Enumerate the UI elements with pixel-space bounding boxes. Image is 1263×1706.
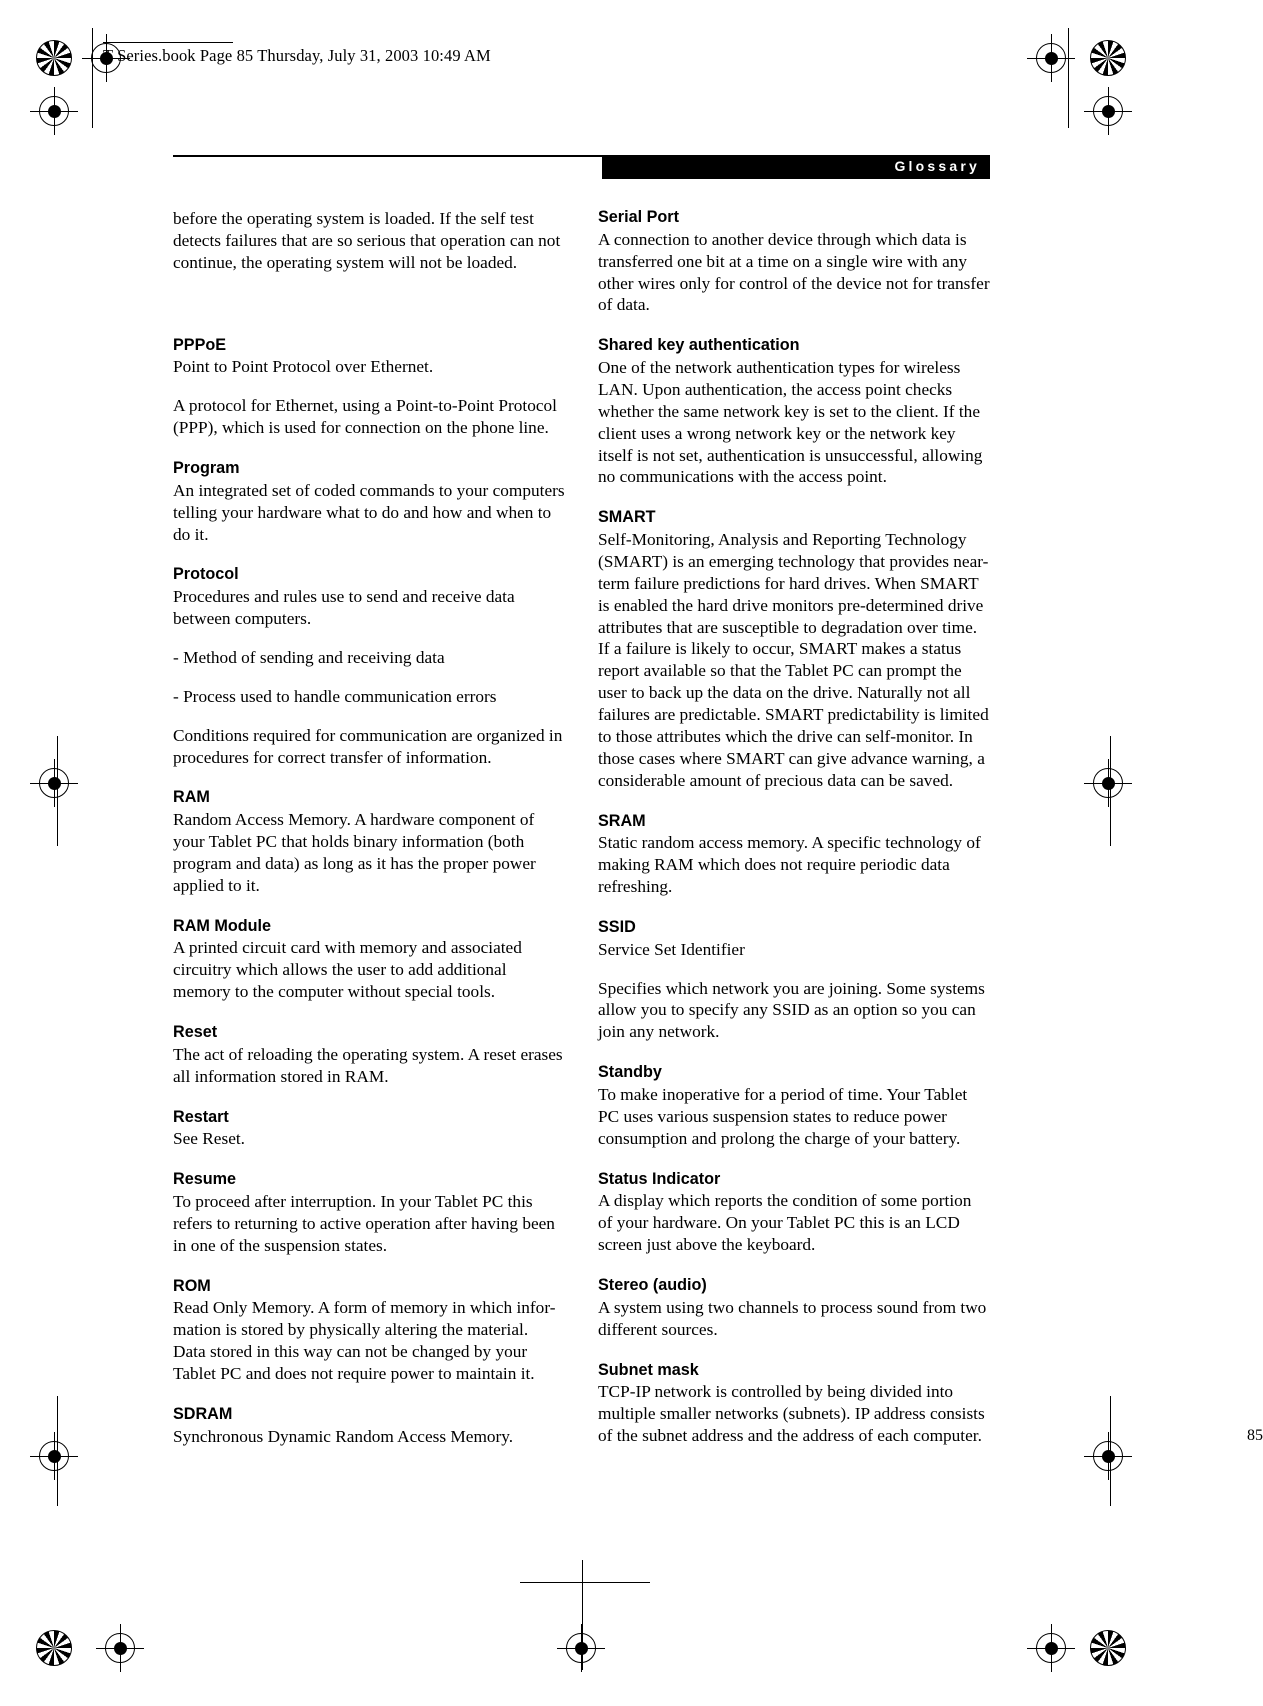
- column-spacer: [173, 294, 565, 336]
- glossary-definition: Procedures and rules use to send and rec…: [173, 587, 515, 629]
- glossary-term: Serial Port: [598, 208, 679, 226]
- continued-entry: before the operating system is loaded. I…: [173, 208, 565, 274]
- glossary-definition: A connection to another device through w…: [598, 229, 990, 315]
- registration-crosshair-right-lower: [1084, 1432, 1132, 1480]
- glossary-entry: PPPoE Point to Point Protocol over Ethern…: [173, 336, 565, 439]
- glossary-term: SDRAM: [173, 1404, 233, 1423]
- glossary-term: SSID: [598, 917, 636, 936]
- glossary-term: PPPoE: [173, 335, 227, 354]
- glossary-entry: Serial Port A connection to another devic…: [598, 208, 990, 316]
- glossary-term: Shared key authentication: [598, 336, 800, 355]
- glossary-term: SRAM: [598, 811, 646, 830]
- glossary-entry: RAM Random Access Memory. A hardware comp…: [173, 788, 565, 896]
- glossary-entry: Status Indicator A display which reports …: [598, 1170, 990, 1256]
- glossary-definition: A printed circuit card with memory and a…: [173, 938, 522, 1002]
- glossary-entry: Standby To make inoperative for a period …: [598, 1063, 990, 1149]
- glossary-definition: Self-Monitoring, Analysis and Reporting …: [598, 530, 989, 790]
- glossary-term: Standby: [598, 1063, 662, 1082]
- glossary-entry: ROM Read Only Memory. A form of memory in…: [173, 1277, 565, 1385]
- registration-crosshair-right-middle: [1084, 759, 1132, 807]
- glossary-definition: Service Set Identifier: [598, 939, 745, 959]
- glossary-entry: Reset The act of reloading the operating …: [173, 1023, 565, 1088]
- glossary-term: Resume: [173, 1170, 236, 1189]
- crop-line-bottom-center-vert: [582, 1560, 583, 1670]
- left-column: before the operating system is loaded. I…: [173, 208, 565, 1448]
- header-band: Glossary: [602, 155, 990, 179]
- glossary-definition: One of the network authentication types …: [598, 358, 983, 487]
- glossary-definition: To make inoperative for a period of time…: [598, 1084, 968, 1148]
- glossary-definition: A display which reports the condition of…: [598, 1191, 972, 1255]
- glossary-term: RAM: [173, 788, 210, 807]
- crop-line-right-mid: [1110, 736, 1111, 846]
- glossary-definition: A protocol for Ethernet, using a Point-t…: [173, 396, 557, 438]
- glossary-entry: Protocol Procedures and rules use to send…: [173, 565, 565, 768]
- registration-crosshair-bottom-left: [96, 1624, 144, 1672]
- registration-crosshair-right-upper: [1084, 87, 1132, 135]
- glossary-entry: RAM Module A printed circuit card with me…: [173, 917, 565, 1003]
- glossary-definition: Static random access memory. A specific …: [598, 833, 981, 897]
- glossary-definition: Point to Point Protocol over Ethernet.: [173, 357, 434, 377]
- registration-rosette-bottom-right: [1090, 1630, 1126, 1666]
- registration-crosshair-left-upper: [30, 87, 78, 135]
- glossary-definition: Specifies which network you are joining.…: [598, 978, 985, 1042]
- registration-rosette-bottom-left: [36, 1630, 72, 1666]
- file-stamp-rule: [103, 42, 233, 43]
- crop-line-left-top: [92, 28, 93, 128]
- glossary-definition: See Reset.: [173, 1129, 245, 1149]
- crop-line-right-bottom: [1110, 1396, 1111, 1506]
- glossary-definition: To proceed after interruption. In your T…: [173, 1192, 555, 1255]
- glossary-entry: Resume To proceed after interruption. In …: [173, 1170, 565, 1256]
- crop-line-left-bottom: [57, 1396, 58, 1506]
- glossary-term: Status Indicator: [598, 1169, 721, 1188]
- glossary-definition: An integrated set of coded commands to y…: [173, 480, 565, 544]
- glossary-term: Reset: [173, 1023, 218, 1042]
- glossary-entry: SMART Self-Monitoring, Analysis and Repor…: [598, 508, 990, 791]
- registration-crosshair-left-lower: [30, 1432, 78, 1480]
- glossary-entry: Shared key authentication One of the netw…: [598, 336, 990, 488]
- glossary-entry: Program An integrated set of coded comman…: [173, 459, 565, 545]
- registration-rosette-top-left: [36, 40, 72, 76]
- crop-line-left-mid: [57, 736, 58, 846]
- glossary-term: Protocol: [173, 565, 239, 584]
- glossary-definition: Random Access Memory. A hardware compone…: [173, 810, 536, 895]
- crop-line-bottom-center: [520, 1582, 650, 1583]
- registration-crosshair-bottom-right: [1027, 1624, 1075, 1672]
- glossary-entry: SRAM Static random access memory. A speci…: [598, 812, 990, 898]
- glossary-definition: A system using two channels to process s…: [598, 1297, 987, 1339]
- crop-line-right-top: [1068, 28, 1069, 128]
- glossary-definition: Read Only Memory. A form of memory in wh…: [173, 1298, 556, 1384]
- page-title: Glossary: [894, 158, 980, 174]
- file-stamp-text: T Series.book Page 85 Thursday, July 31,…: [103, 46, 491, 65]
- glossary-term: Subnet mask: [598, 1360, 699, 1379]
- continued-paragraph: before the operating system is loaded. I…: [173, 209, 561, 272]
- glossary-definition: Conditions required for communication ar…: [173, 725, 563, 767]
- glossary-definition: - Process used to handle communication e…: [173, 686, 497, 706]
- glossary-definition: The act of reloading the operating syste…: [173, 1044, 563, 1086]
- glossary-entry: SSID Service Set Identifier Specifies whic…: [598, 918, 990, 1043]
- right-column: Serial Port A connection to another devic…: [598, 208, 990, 1448]
- folio-page-number: 85: [1247, 1427, 1263, 1444]
- glossary-term: Program: [173, 459, 240, 478]
- glossary-term: ROM: [173, 1276, 211, 1295]
- registration-crosshair-left-middle: [30, 759, 78, 807]
- glossary-term: Stereo (audio): [598, 1275, 707, 1294]
- glossary-term: Restart: [173, 1107, 229, 1126]
- registration-crosshair-bottom-center: [557, 1624, 605, 1672]
- glossary-term: RAM Module: [173, 916, 272, 935]
- registration-crosshair-top-right: [1027, 34, 1075, 82]
- glossary-term: SMART: [598, 508, 656, 527]
- glossary-entry: Stereo (audio) A system using two channel…: [598, 1276, 990, 1341]
- glossary-columns: before the operating system is loaded. I…: [173, 208, 990, 1448]
- glossary-definition: - Method of sending and receiving data: [173, 647, 445, 667]
- registration-rosette-top-right: [1090, 40, 1126, 76]
- document-page: T Series.book Page 85 Thursday, July 31,…: [0, 0, 1263, 1706]
- glossary-entry: Restart See Reset.: [173, 1108, 565, 1151]
